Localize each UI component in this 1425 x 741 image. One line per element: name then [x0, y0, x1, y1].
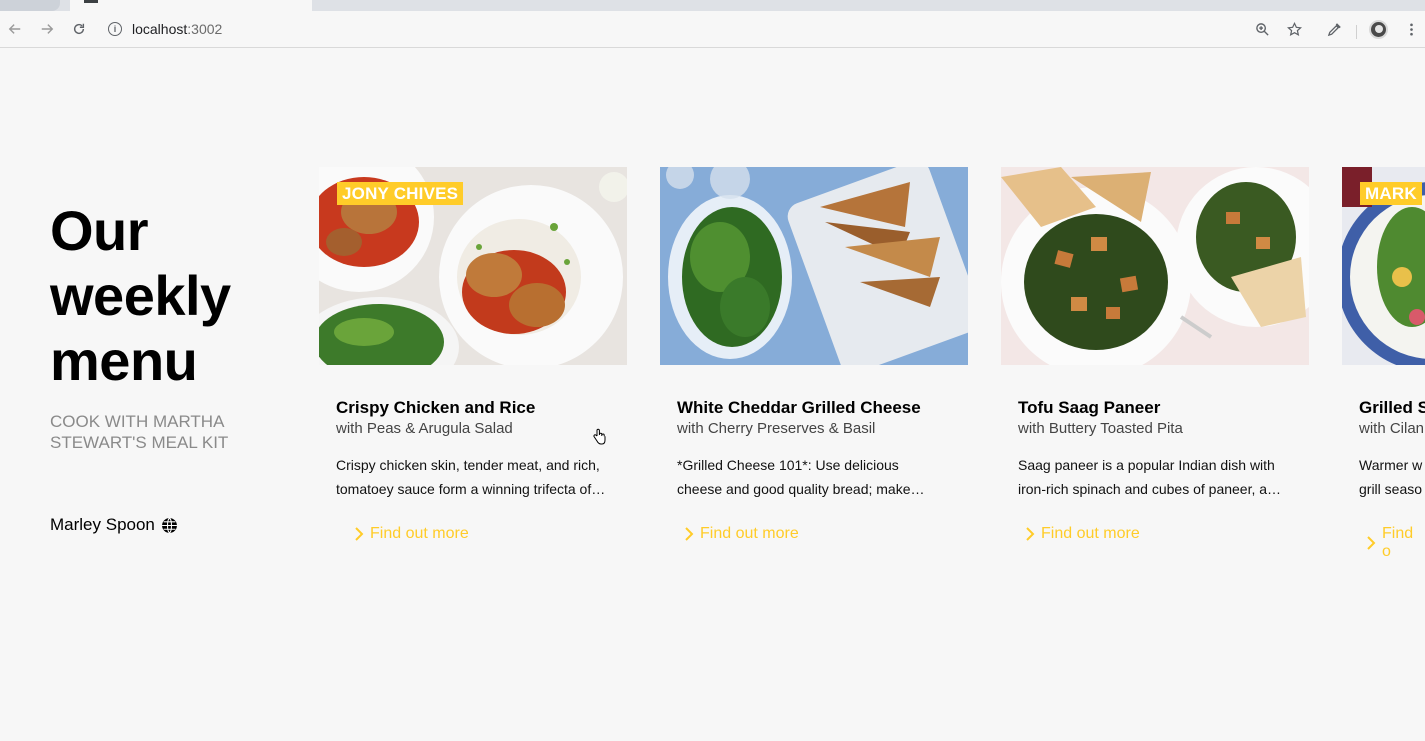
- recipe-subtitle: with Peas & Arugula Salad: [336, 420, 513, 437]
- saag-paneer-photo: [1001, 167, 1309, 365]
- title-line-2: weekly: [50, 264, 231, 327]
- reload-icon: [73, 23, 85, 35]
- recipe-title[interactable]: Tofu Saag Paneer: [1018, 398, 1309, 418]
- chef-tag: MARK: [1360, 182, 1422, 205]
- more-vertical-icon: [1409, 23, 1413, 35]
- profile-avatar[interactable]: [1369, 20, 1388, 39]
- title-line-3: menu: [50, 329, 198, 392]
- url-host: localhost: [132, 21, 188, 37]
- recipe-title[interactable]: Crispy Chicken and Rice: [336, 398, 627, 418]
- description-line: grill seaso: [1359, 481, 1423, 497]
- toolbar-divider: [1356, 25, 1357, 39]
- hand-pointer-icon: [593, 428, 606, 445]
- recipe-description: Crispy chicken skin, tender meat, and ri…: [336, 453, 618, 501]
- arrow-right-icon: [41, 24, 54, 34]
- chevron-right-icon: [354, 527, 364, 541]
- globe-icon: [161, 517, 178, 534]
- description-line: tomatoey sauce form a winning trifecta o…: [336, 481, 606, 497]
- recipe-card[interactable]: White Cheddar Grilled Cheese with Cherry…: [660, 167, 968, 543]
- recipe-description: *Grilled Cheese 101*: Use delicious chee…: [677, 453, 959, 501]
- description-line: Saag paneer is a popular Indian dish wit…: [1018, 457, 1275, 473]
- link-label: Find o: [1382, 525, 1414, 560]
- chevron-right-icon: [684, 527, 694, 541]
- arrow-left-icon: [8, 24, 21, 34]
- page-subtitle: COOK WITH MARTHA STEWART'S MEAL KIT: [50, 412, 229, 452]
- chevron-right-icon: [1025, 527, 1035, 541]
- recipe-image[interactable]: MARK: [1342, 167, 1425, 365]
- page-title: Our weekly menu: [50, 198, 280, 393]
- zoom-icon: [1255, 22, 1269, 36]
- zoom-button[interactable]: [1252, 19, 1272, 39]
- reload-button[interactable]: [69, 19, 89, 39]
- description-line: *Grilled Cheese 101*: Use delicious: [677, 457, 899, 473]
- find-out-more-link[interactable]: Find out more: [1025, 525, 1309, 543]
- description-line: Crispy chicken skin, tender meat, and ri…: [336, 457, 600, 473]
- recipe-subtitle: with Cherry Preserves & Basil: [677, 420, 876, 437]
- page-content: Our weekly menu COOK WITH MARTHA STEWART…: [0, 48, 1425, 741]
- eyedropper-icon: [1327, 22, 1341, 36]
- brand-name: Marley Spoon: [50, 515, 155, 534]
- link-label: Find out more: [370, 525, 469, 542]
- brand-link[interactable]: Marley Spoon: [50, 515, 178, 535]
- title-line-1: Our: [50, 199, 149, 262]
- recipe-subtitle: with Buttery Toasted Pita: [1018, 420, 1183, 437]
- recipe-description: Saag paneer is a popular Indian dish wit…: [1018, 453, 1300, 501]
- description-line: Warmer w: [1359, 457, 1423, 473]
- link-label: Find out more: [1041, 525, 1140, 542]
- description-line: iron-rich spinach and cubes of paneer, a…: [1018, 481, 1282, 497]
- active-tab[interactable]: [70, 0, 312, 11]
- recipe-image[interactable]: JONY CHIVES: [319, 167, 627, 365]
- find-out-more-link[interactable]: Find out more: [354, 525, 627, 543]
- star-icon: [1286, 21, 1302, 36]
- recipe-card[interactable]: MARK Grilled S with Cilan Warmer w grill…: [1342, 167, 1425, 561]
- chevron-right-icon: [1366, 536, 1376, 550]
- description-line: cheese and good quality bread; make…: [677, 481, 925, 497]
- forward-button[interactable]: [37, 19, 57, 39]
- address-bar[interactable]: i localhost:3002: [108, 19, 222, 39]
- recipe-title[interactable]: Grilled S: [1359, 398, 1425, 418]
- recipe-card[interactable]: JONY CHIVES Crispy Chicken and Rice with…: [319, 167, 627, 543]
- inactive-tab[interactable]: [0, 0, 60, 11]
- recipe-image[interactable]: [660, 167, 968, 365]
- find-out-more-link[interactable]: Find out more: [684, 525, 968, 543]
- url-text: localhost:3002: [132, 21, 222, 37]
- recipe-title[interactable]: White Cheddar Grilled Cheese: [677, 398, 968, 418]
- bookmark-button[interactable]: [1284, 19, 1304, 39]
- recipe-card[interactable]: Tofu Saag Paneer with Buttery Toasted Pi…: [1001, 167, 1309, 543]
- link-label: Find out more: [700, 525, 799, 542]
- recipe-subtitle: with Cilan: [1359, 420, 1425, 437]
- url-port: :3002: [187, 21, 223, 37]
- chef-tag: JONY CHIVES: [337, 182, 464, 205]
- menu-button[interactable]: [1401, 19, 1421, 39]
- find-out-more-link[interactable]: Find o: [1366, 525, 1425, 561]
- recipe-description: Warmer w grill seaso: [1359, 453, 1425, 501]
- info-icon[interactable]: i: [108, 22, 122, 36]
- grilled-cheese-photo: [660, 167, 968, 365]
- tab-strip: [0, 0, 1425, 11]
- recipe-image[interactable]: [1001, 167, 1309, 365]
- eyedropper-button[interactable]: [1324, 19, 1344, 39]
- back-button[interactable]: [5, 19, 25, 39]
- browser-toolbar: i localhost:3002: [0, 11, 1425, 48]
